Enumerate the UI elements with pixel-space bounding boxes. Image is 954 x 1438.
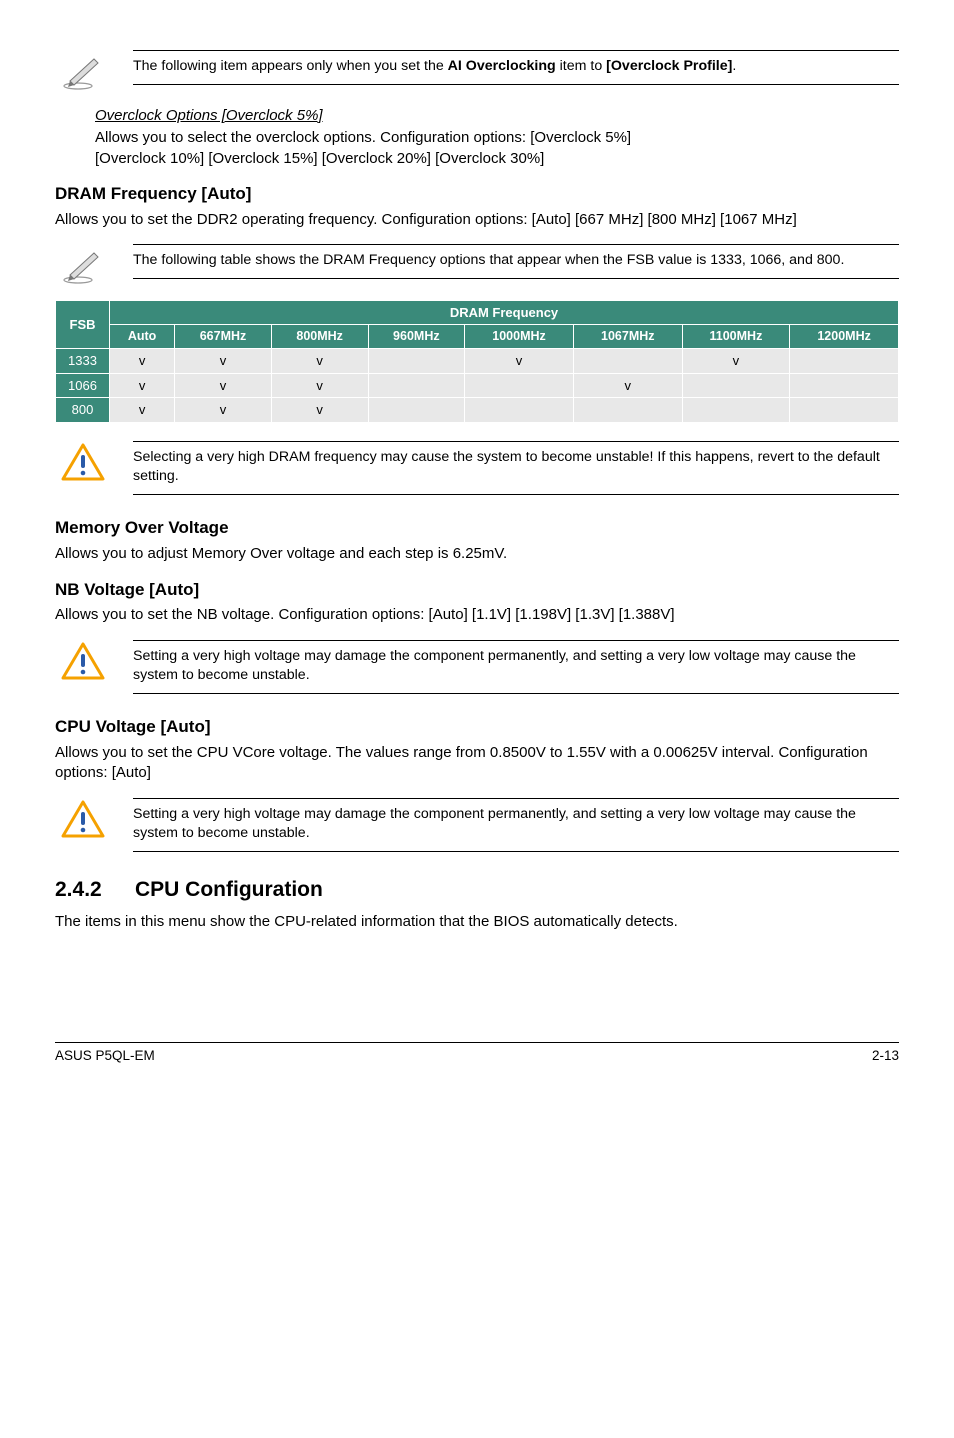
- warning-text: Setting a very high voltage may damage t…: [133, 798, 899, 852]
- note-bold1: AI Overclocking: [448, 58, 556, 74]
- th-col: 1067MHz: [573, 325, 682, 349]
- td-cell: [573, 398, 682, 423]
- table-row: 800 v v v: [56, 398, 899, 423]
- td-cell: [368, 398, 465, 423]
- td-cell: [368, 373, 465, 398]
- pencil-icon: [55, 50, 111, 94]
- nb-voltage-heading: NB Voltage [Auto]: [55, 579, 899, 602]
- warning-dram-unstable: Selecting a very high DRAM frequency may…: [55, 441, 899, 495]
- note-suffix: .: [732, 58, 736, 74]
- th-dram: DRAM Frequency: [110, 300, 899, 325]
- overclock-options-heading: Overclock Options [Overclock 5%]: [95, 106, 899, 126]
- note-bold2: [Overclock Profile]: [606, 58, 732, 74]
- warning-text: Selecting a very high DRAM frequency may…: [133, 441, 899, 495]
- warning-icon: [55, 640, 111, 684]
- th-col: 667MHz: [175, 325, 272, 349]
- td-cell: [790, 349, 899, 374]
- note-mid: item to: [556, 58, 606, 74]
- note-dram-table: The following table shows the DRAM Frequ…: [55, 244, 899, 288]
- th-col: Auto: [110, 325, 175, 349]
- td-cell: [465, 398, 574, 423]
- td-cell: [573, 349, 682, 374]
- th-col: 800MHz: [271, 325, 368, 349]
- td-cell: v: [110, 349, 175, 374]
- warning-cpu-voltage: Setting a very high voltage may damage t…: [55, 798, 899, 852]
- th-col: 960MHz: [368, 325, 465, 349]
- memory-over-voltage-body: Allows you to adjust Memory Over voltage…: [55, 544, 899, 564]
- td-cell: v: [175, 349, 272, 374]
- td-cell: v: [110, 398, 175, 423]
- footer-left: ASUS P5QL-EM: [55, 1047, 155, 1065]
- td-cell: v: [271, 373, 368, 398]
- memory-over-voltage-heading: Memory Over Voltage: [55, 517, 899, 540]
- nb-voltage-body: Allows you to set the NB voltage. Config…: [55, 605, 899, 625]
- td-cell: v: [465, 349, 574, 374]
- cpu-voltage-body: Allows you to set the CPU VCore voltage.…: [55, 743, 899, 784]
- td-cell: v: [110, 373, 175, 398]
- td-cell: [790, 398, 899, 423]
- note-text: The following item appears only when you…: [133, 50, 899, 85]
- td-cell: v: [573, 373, 682, 398]
- warning-icon: [55, 798, 111, 842]
- dram-frequency-table: FSB DRAM Frequency Auto 667MHz 800MHz 96…: [55, 300, 899, 423]
- th-col: 1000MHz: [465, 325, 574, 349]
- note-text: The following table shows the DRAM Frequ…: [133, 244, 899, 279]
- th-col: 1100MHz: [682, 325, 790, 349]
- cpu-configuration-body: The items in this menu show the CPU-rela…: [55, 912, 899, 932]
- td-fsb: 800: [56, 398, 110, 423]
- td-cell: v: [271, 349, 368, 374]
- note-prefix: The following item appears only when you…: [133, 58, 448, 74]
- page-footer: ASUS P5QL-EM 2-13: [55, 1042, 899, 1065]
- table-row: 1333 v v v v v: [56, 349, 899, 374]
- warning-icon: [55, 441, 111, 485]
- td-cell: [682, 398, 790, 423]
- note-overclock-profile: The following item appears only when you…: [55, 50, 899, 94]
- td-fsb: 1066: [56, 373, 110, 398]
- td-cell: [790, 373, 899, 398]
- dram-frequency-body: Allows you to set the DDR2 operating fre…: [55, 210, 899, 230]
- td-cell: v: [682, 349, 790, 374]
- section-number: 2.4.2: [55, 876, 135, 904]
- table-row: 1066 v v v v: [56, 373, 899, 398]
- pencil-icon: [55, 244, 111, 288]
- td-fsb: 1333: [56, 349, 110, 374]
- th-fsb: FSB: [56, 300, 110, 348]
- dram-frequency-heading: DRAM Frequency [Auto]: [55, 183, 899, 206]
- td-cell: [682, 373, 790, 398]
- td-cell: v: [271, 398, 368, 423]
- td-cell: [465, 373, 574, 398]
- overclock-options-body: Allows you to select the overclock optio…: [95, 128, 899, 169]
- th-col: 1200MHz: [790, 325, 899, 349]
- footer-right: 2-13: [872, 1047, 899, 1065]
- overclock-line2: [Overclock 10%] [Overclock 15%] [Overclo…: [95, 149, 899, 169]
- warning-text: Setting a very high voltage may damage t…: [133, 640, 899, 694]
- warning-nb-voltage: Setting a very high voltage may damage t…: [55, 640, 899, 694]
- cpu-configuration-heading: 2.4.2CPU Configuration: [55, 876, 899, 904]
- td-cell: v: [175, 373, 272, 398]
- td-cell: v: [175, 398, 272, 423]
- td-cell: [368, 349, 465, 374]
- cpu-voltage-heading: CPU Voltage [Auto]: [55, 716, 899, 739]
- overclock-line1: Allows you to select the overclock optio…: [95, 128, 899, 148]
- section-title: CPU Configuration: [135, 878, 323, 901]
